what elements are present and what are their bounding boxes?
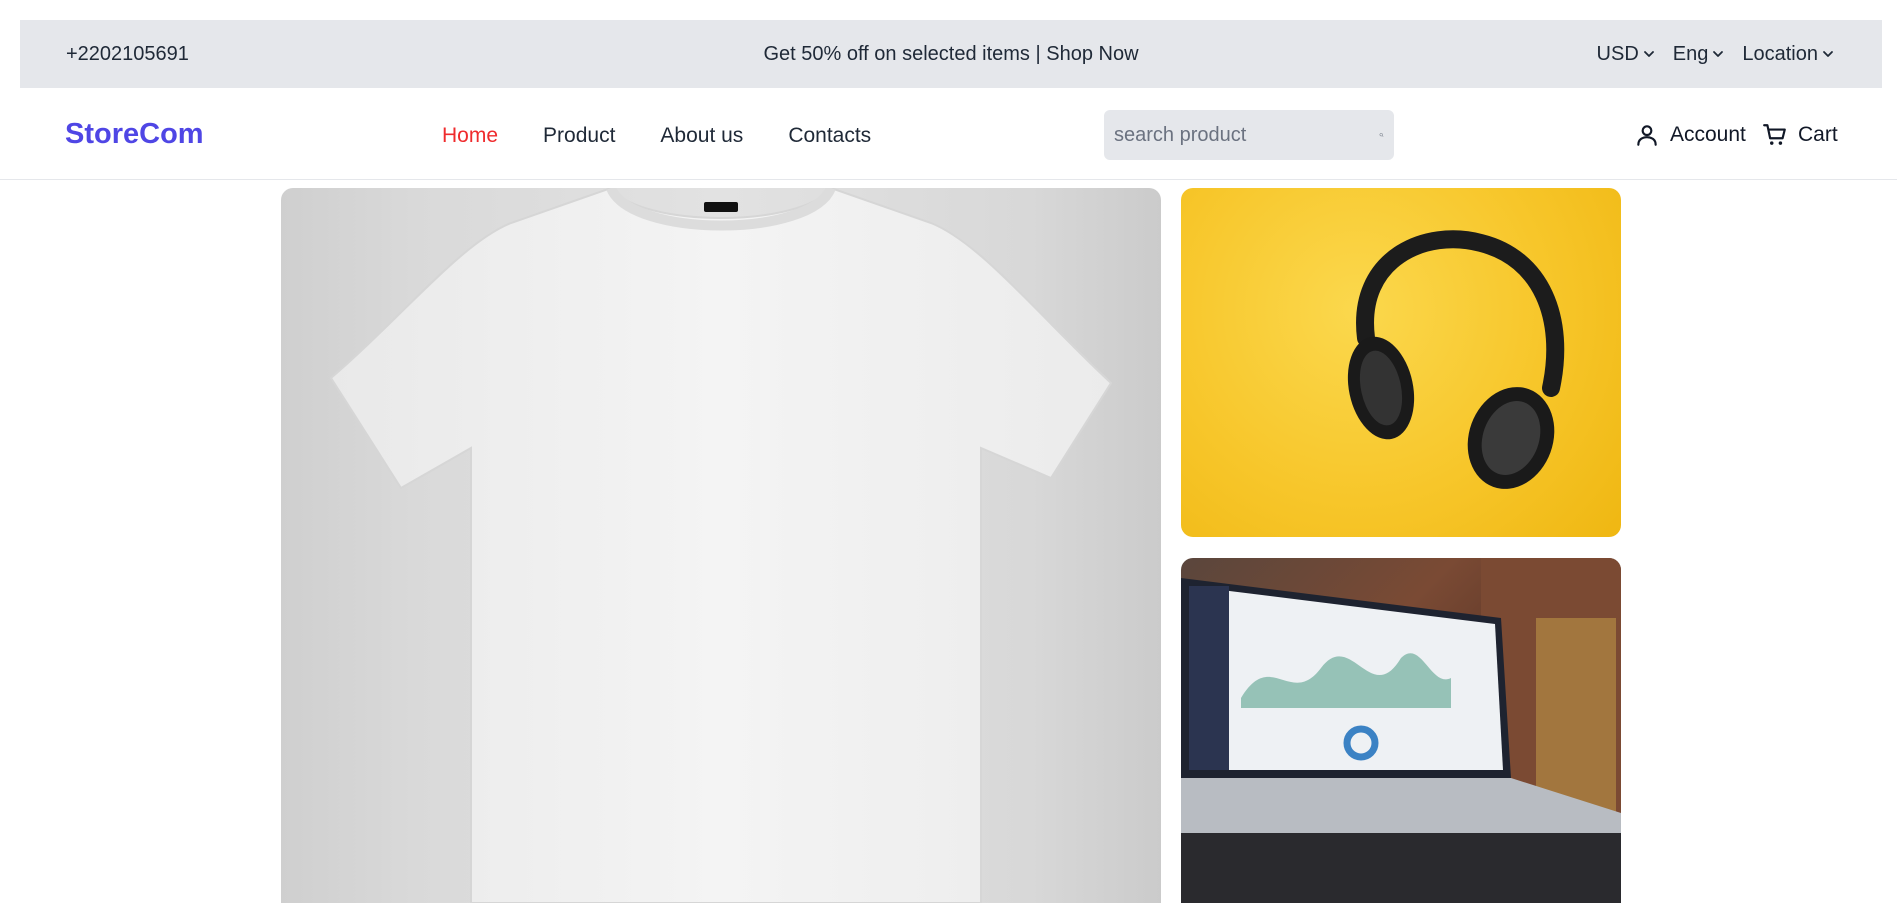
currency-label: USD (1596, 42, 1639, 65)
laptop-illustration (1181, 558, 1621, 903)
account-label: Account (1670, 123, 1746, 146)
nav-product[interactable]: Product (543, 124, 615, 148)
logo[interactable]: StoreCom (65, 118, 204, 151)
location-select[interactable]: Location (1742, 43, 1834, 66)
site-header: StoreCom Home Product About us Contacts … (0, 88, 1897, 180)
topbar-selectors: USD Eng Location (1597, 43, 1834, 66)
main-nav: Home Product About us Contacts (442, 124, 871, 148)
headphones-image[interactable] (1181, 188, 1621, 537)
language-select[interactable]: Eng (1673, 43, 1725, 66)
cart-label: Cart (1798, 123, 1838, 146)
chevron-down-icon (1823, 51, 1833, 57)
chevron-down-icon (1643, 51, 1654, 57)
promo-text: Get 50% off on selected items | (763, 42, 1047, 65)
chevron-down-icon (1713, 51, 1724, 57)
search-input[interactable] (1114, 123, 1379, 147)
phone-number: +2202105691 (66, 42, 189, 65)
nav-contacts[interactable]: Contacts (788, 124, 871, 148)
nav-about-us[interactable]: About us (660, 124, 743, 148)
account-button[interactable]: Account (1634, 122, 1746, 148)
shop-now-link[interactable]: Shop Now (1046, 43, 1138, 65)
cart-icon (1763, 124, 1786, 145)
search-box (1104, 110, 1394, 160)
laptop-dashboard-image[interactable] (1181, 558, 1621, 903)
search-icon[interactable] (1379, 125, 1384, 145)
headphones-illustration (1347, 230, 1565, 489)
location-label: Location (1742, 42, 1818, 65)
currency-select[interactable]: USD (1597, 43, 1655, 66)
cart-button[interactable]: Cart (1762, 122, 1838, 148)
promo-bar: +2202105691 Get 50% off on selected item… (20, 20, 1882, 88)
tshirt-image[interactable] (281, 188, 1161, 903)
tshirt-illustration (329, 188, 1113, 903)
language-label: Eng (1672, 42, 1709, 65)
user-icon (1637, 125, 1657, 146)
nav-home[interactable]: Home (442, 124, 498, 148)
